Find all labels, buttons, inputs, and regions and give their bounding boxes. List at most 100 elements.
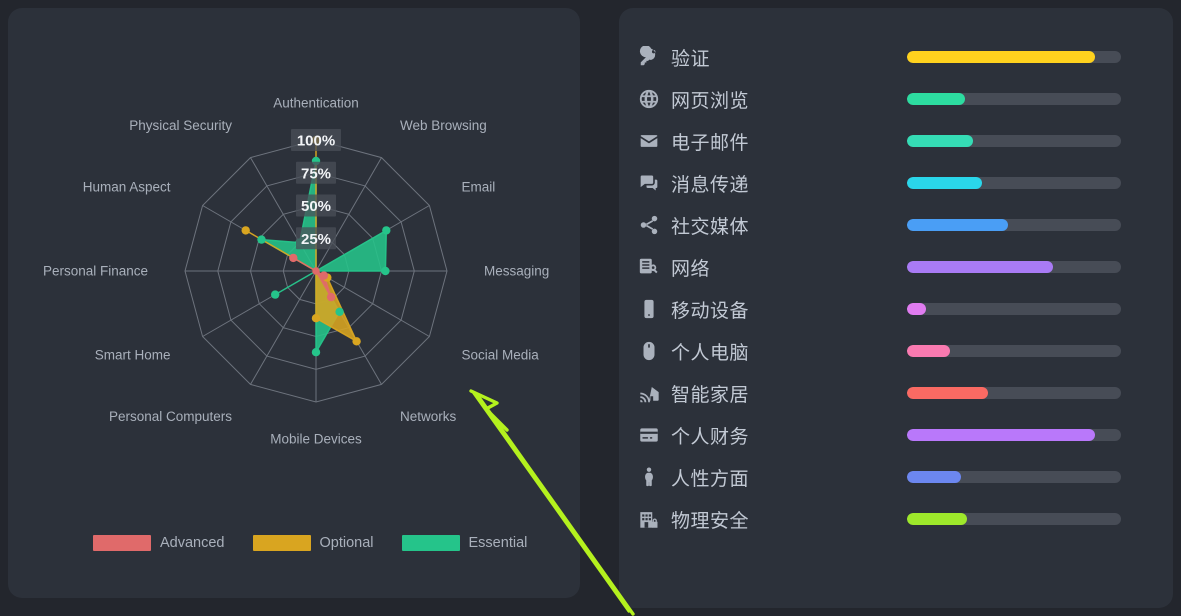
chat-bubble-icon (637, 171, 661, 195)
progress-track[interactable] (907, 429, 1121, 441)
category-label: 人性方面 (671, 467, 750, 490)
category-label: 社交媒体 (671, 215, 750, 238)
category-row[interactable]: 智能家居 (619, 372, 1173, 414)
category-row[interactable]: 电子邮件 (619, 120, 1173, 162)
progress-fill (907, 429, 1096, 441)
radar-tick-label: 75% (301, 165, 331, 182)
radar-tick-label: 50% (301, 198, 331, 215)
legend-label-advanced: Advanced (160, 535, 225, 551)
globe-icon (637, 87, 661, 111)
radar-point[interactable] (241, 226, 250, 235)
app-root: Authentication Web Browsing Email Messaging… (0, 0, 1181, 616)
radar-point[interactable] (335, 307, 344, 316)
category-label: 移动设备 (671, 299, 750, 322)
radar-point[interactable] (311, 314, 321, 323)
legend-swatch-essential (401, 535, 460, 551)
radar-point[interactable] (382, 226, 391, 235)
radar-point[interactable] (319, 271, 329, 280)
progress-track[interactable] (907, 387, 1121, 399)
category-row[interactable]: 个人财务 (619, 414, 1173, 456)
radar-point[interactable] (311, 348, 321, 357)
radar-axis-label: Human Aspect (83, 180, 171, 195)
radar-axis-label: Authentication (273, 96, 359, 111)
smartphone-icon (637, 297, 661, 321)
progress-track[interactable] (907, 51, 1121, 63)
progress-fill (907, 345, 950, 357)
category-row[interactable]: 验证 (619, 36, 1173, 78)
chart-legend: Advanced Optional Essential (93, 535, 555, 551)
radar-tick-label: 100% (297, 133, 335, 150)
radar-axis-label: Personal Finance (43, 264, 148, 279)
progress-fill (907, 93, 965, 105)
progress-fill (907, 261, 1053, 273)
progress-fill (907, 387, 989, 399)
category-label: 智能家居 (671, 383, 750, 406)
legend-item-advanced[interactable]: Advanced (93, 535, 225, 551)
category-label: 网页浏览 (671, 89, 750, 112)
progress-track[interactable] (907, 177, 1121, 189)
progress-fill (907, 471, 961, 483)
key-icon (637, 45, 661, 69)
network-server-icon (637, 255, 661, 279)
radar-axis-label: Social Media (462, 348, 540, 363)
radar-axis-label: Email (462, 180, 496, 195)
legend-swatch-optional (252, 535, 311, 551)
progress-track[interactable] (907, 513, 1121, 525)
progress-fill (907, 135, 974, 147)
person-icon (637, 465, 661, 489)
category-row[interactable]: 网页浏览 (619, 78, 1173, 120)
category-row[interactable]: 社交媒体 (619, 204, 1173, 246)
smart-home-icon (637, 381, 661, 405)
radar-axis-label: Personal Computers (109, 409, 232, 424)
radar-point[interactable] (352, 337, 361, 346)
progress-fill (907, 219, 1008, 231)
radar-axis-label: Messaging (484, 264, 549, 279)
radar-point[interactable] (326, 292, 336, 302)
category-label: 电子邮件 (671, 131, 750, 154)
progress-track[interactable] (907, 135, 1121, 147)
progress-fill (907, 513, 967, 525)
radar-point[interactable] (289, 253, 298, 263)
radar-axis-label: Smart Home (95, 348, 171, 363)
progress-fill (907, 303, 927, 315)
radar-point[interactable] (381, 266, 390, 276)
radar-point[interactable] (257, 235, 266, 244)
category-label: 物理安全 (671, 509, 750, 532)
legend-label-optional: Optional (319, 535, 374, 551)
category-label: 网络 (671, 257, 711, 280)
category-row[interactable]: 消息传递 (619, 162, 1173, 204)
legend-item-optional[interactable]: Optional (252, 535, 374, 551)
progress-fill (907, 51, 1096, 63)
category-row[interactable]: 物理安全 (619, 498, 1173, 540)
legend-swatch-advanced (93, 535, 151, 551)
progress-track[interactable] (907, 261, 1121, 273)
category-label: 个人电脑 (671, 341, 750, 364)
radar-axis-label: Mobile Devices (270, 432, 362, 447)
mouse-icon (637, 339, 661, 363)
category-label: 个人财务 (671, 425, 750, 448)
progress-track[interactable] (907, 93, 1121, 105)
category-label: 验证 (671, 47, 711, 70)
radar-axis-label: Web Browsing (400, 118, 487, 133)
radar-chart[interactable]: Authentication Web Browsing Email Messaging… (8, 8, 580, 598)
category-row[interactable]: 个人电脑 (619, 330, 1173, 372)
category-row[interactable]: 移动设备 (619, 288, 1173, 330)
category-label: 消息传递 (671, 173, 750, 196)
envelope-icon (637, 129, 661, 153)
legend-item-essential[interactable]: Essential (401, 535, 528, 551)
radar-chart-card: Authentication Web Browsing Email Messaging… (8, 8, 580, 598)
radar-point[interactable] (271, 290, 280, 299)
progress-track[interactable] (907, 471, 1121, 483)
progress-track[interactable] (907, 303, 1121, 315)
category-row[interactable]: 网络 (619, 246, 1173, 288)
category-row[interactable]: 人性方面 (619, 456, 1173, 498)
radar-axis-label: Networks (400, 409, 457, 424)
building-lock-icon (637, 507, 661, 531)
radar-tick-label: 25% (301, 231, 331, 248)
legend-label-essential: Essential (468, 535, 528, 551)
radar-axis-label: Physical Security (129, 118, 232, 133)
progress-track[interactable] (907, 345, 1121, 357)
progress-track[interactable] (907, 219, 1121, 231)
radar-point[interactable] (312, 267, 320, 275)
progress-fill (907, 177, 982, 189)
